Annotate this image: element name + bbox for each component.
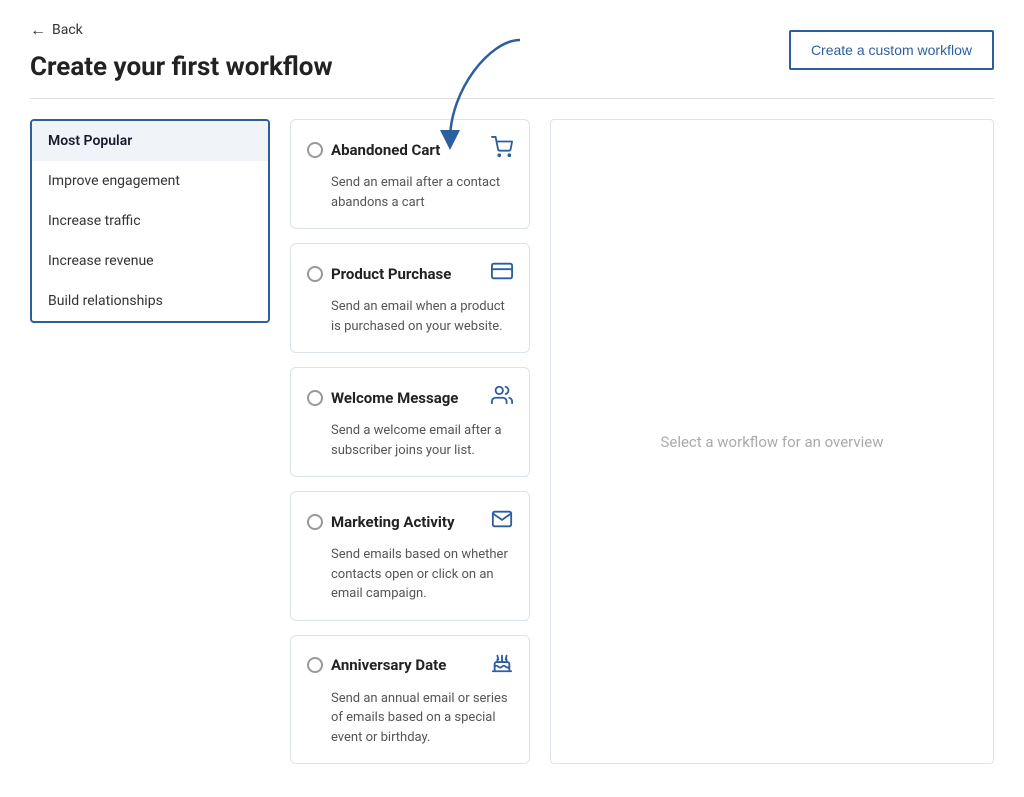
workflow-title-anniversary-date: Anniversary Date — [331, 656, 446, 674]
back-label: Back — [52, 22, 83, 38]
workflow-title-welcome-message: Welcome Message — [331, 389, 458, 407]
workflow-radio-marketing-activity[interactable] — [307, 514, 323, 530]
workflow-icon-welcome-message — [491, 384, 513, 411]
workflow-icon-product-purchase — [491, 260, 513, 287]
workflows-list: Abandoned Cart Send an email after a cont… — [290, 119, 530, 764]
workflow-card-product-purchase[interactable]: Product Purchase Send an email when a pro… — [290, 243, 530, 353]
workflow-icon-abandoned-cart — [491, 136, 513, 163]
sidebar-item-most-popular[interactable]: Most Popular — [32, 121, 268, 161]
back-arrow-icon: ← — [30, 20, 46, 40]
workflow-card-welcome-message[interactable]: Welcome Message Send a welcome email afte… — [290, 367, 530, 477]
workflow-title-abandoned-cart: Abandoned Cart — [331, 141, 440, 159]
sidebar-item-improve-engagement[interactable]: Improve engagement — [32, 161, 268, 201]
workflow-card-header-marketing-activity: Marketing Activity — [307, 508, 513, 535]
workflow-card-marketing-activity[interactable]: Marketing Activity Send emails based on w… — [290, 491, 530, 621]
workflow-card-header-anniversary-date: Anniversary Date — [307, 652, 513, 679]
workflow-desc-anniversary-date: Send an annual email or series of emails… — [307, 689, 513, 748]
page-title: Create your first workflow — [30, 52, 333, 82]
right-panel: Select a workflow for an overview — [550, 119, 994, 764]
workflow-card-anniversary-date[interactable]: Anniversary Date Send an annual email or … — [290, 635, 530, 765]
right-panel-placeholder: Select a workflow for an overview — [660, 433, 883, 451]
workflow-desc-welcome-message: Send a welcome email after a subscriber … — [307, 421, 513, 460]
workflow-radio-product-purchase[interactable] — [307, 266, 323, 282]
back-link[interactable]: ← Back — [30, 20, 333, 40]
sidebar-item-increase-revenue[interactable]: Increase revenue — [32, 241, 268, 281]
workflow-title-marketing-activity: Marketing Activity — [331, 513, 455, 531]
sidebar: Most PopularImprove engagementIncrease t… — [30, 119, 270, 323]
workflow-card-header-welcome-message: Welcome Message — [307, 384, 513, 411]
header: ← Back Create your first workflow Create… — [0, 0, 1024, 82]
workflow-card-header-product-purchase: Product Purchase — [307, 260, 513, 287]
workflow-radio-welcome-message[interactable] — [307, 390, 323, 406]
sidebar-item-build-relationships[interactable]: Build relationships — [32, 281, 268, 321]
workflow-card-header-abandoned-cart: Abandoned Cart — [307, 136, 513, 163]
workflow-radio-abandoned-cart[interactable] — [307, 142, 323, 158]
workflow-title-product-purchase: Product Purchase — [331, 265, 451, 283]
workflow-icon-marketing-activity — [491, 508, 513, 535]
workflow-card-abandoned-cart[interactable]: Abandoned Cart Send an email after a cont… — [290, 119, 530, 229]
header-left: ← Back Create your first workflow — [30, 20, 333, 82]
workflow-icon-anniversary-date — [491, 652, 513, 679]
sidebar-item-increase-traffic[interactable]: Increase traffic — [32, 201, 268, 241]
workflow-desc-abandoned-cart: Send an email after a contact abandons a… — [307, 173, 513, 212]
workflow-desc-marketing-activity: Send emails based on whether contacts op… — [307, 545, 513, 604]
workflow-desc-product-purchase: Send an email when a product is purchase… — [307, 297, 513, 336]
workflow-radio-anniversary-date[interactable] — [307, 657, 323, 673]
main-content: Most PopularImprove engagementIncrease t… — [0, 99, 1024, 784]
create-custom-workflow-button[interactable]: Create a custom workflow — [789, 30, 994, 70]
